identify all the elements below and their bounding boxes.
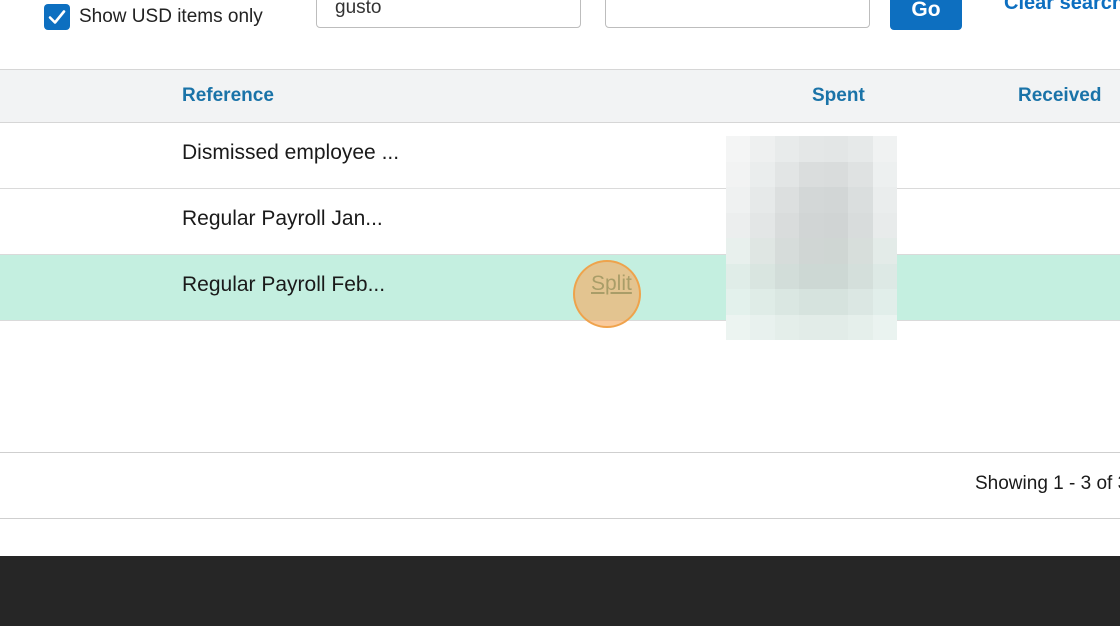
usd-only-label: Show USD items only bbox=[79, 6, 263, 27]
redaction-tile bbox=[872, 314, 897, 340]
reference-cell: Regular Payroll Jan... bbox=[182, 207, 383, 230]
filter-bar: Show USD items only Go Clear search bbox=[0, 0, 1120, 70]
redaction-tile bbox=[872, 238, 897, 264]
redacted-amounts bbox=[726, 136, 897, 340]
column-header-received[interactable]: Received bbox=[1018, 85, 1101, 107]
redaction-tile bbox=[823, 187, 849, 213]
table-row[interactable]: Regular Payroll Jan... bbox=[0, 189, 1120, 255]
redaction-tile bbox=[774, 161, 800, 187]
redaction-tile bbox=[848, 263, 873, 289]
redaction-tile bbox=[823, 212, 849, 238]
redaction-tile bbox=[750, 263, 775, 289]
redaction-tile bbox=[799, 238, 824, 264]
redaction-tile bbox=[823, 136, 849, 162]
redaction-tile bbox=[799, 212, 824, 238]
redaction-tile bbox=[799, 161, 824, 187]
table-footer: Showing 1 - 3 of 3 bbox=[0, 452, 1120, 519]
redaction-tile bbox=[726, 187, 751, 213]
redaction-tile bbox=[848, 212, 873, 238]
redaction-tile bbox=[872, 212, 897, 238]
redaction-tile bbox=[774, 212, 800, 238]
split-link[interactable]: Split bbox=[591, 272, 632, 296]
column-header-reference[interactable]: Reference bbox=[182, 85, 274, 107]
redaction-tile bbox=[872, 161, 897, 187]
redaction-tile bbox=[750, 238, 775, 264]
redaction-tile bbox=[799, 136, 824, 162]
redaction-tile bbox=[750, 187, 775, 213]
redaction-tile bbox=[774, 187, 800, 213]
redaction-tile bbox=[750, 161, 775, 187]
redaction-tile bbox=[848, 289, 873, 315]
redaction-tile bbox=[750, 314, 775, 340]
redaction-tile bbox=[774, 136, 800, 162]
redaction-tile bbox=[848, 161, 873, 187]
redaction-tile bbox=[726, 289, 751, 315]
column-header-spent[interactable]: Spent bbox=[812, 85, 865, 107]
page: Show USD items only Go Clear search Refe… bbox=[0, 0, 1120, 626]
redaction-tile bbox=[823, 314, 849, 340]
redaction-tile bbox=[726, 263, 751, 289]
redaction-tile bbox=[799, 289, 824, 315]
redaction-tile bbox=[872, 263, 897, 289]
redaction-tile bbox=[799, 187, 824, 213]
secondary-search-input[interactable] bbox=[605, 0, 870, 28]
redaction-tile bbox=[823, 238, 849, 264]
redaction-tile bbox=[872, 187, 897, 213]
redaction-tile bbox=[848, 314, 873, 340]
redaction-tile bbox=[872, 289, 897, 315]
redaction-tile bbox=[848, 136, 873, 162]
redaction-tile bbox=[726, 136, 751, 162]
usd-only-checkbox[interactable]: Show USD items only bbox=[44, 2, 263, 32]
redaction-tile bbox=[750, 212, 775, 238]
search-input[interactable] bbox=[316, 0, 581, 28]
redaction-tile bbox=[726, 314, 751, 340]
redaction-tile bbox=[726, 212, 751, 238]
redaction-tile bbox=[848, 187, 873, 213]
table-row[interactable]: Dismissed employee ... bbox=[0, 123, 1120, 189]
redaction-tile bbox=[750, 136, 775, 162]
redaction-tile bbox=[774, 314, 800, 340]
go-button[interactable]: Go bbox=[890, 0, 962, 30]
pagination-text: Showing 1 - 3 of 3 bbox=[975, 473, 1120, 494]
redaction-tile bbox=[726, 161, 751, 187]
redaction-tile bbox=[774, 238, 800, 264]
redaction-tile bbox=[774, 289, 800, 315]
table-row-highlighted[interactable]: Regular Payroll Feb... Split bbox=[0, 255, 1120, 321]
table-header: Reference Spent Received bbox=[0, 69, 1120, 123]
redaction-tile bbox=[774, 263, 800, 289]
clear-search-link[interactable]: Clear search bbox=[1004, 0, 1120, 15]
redaction-tile bbox=[823, 161, 849, 187]
redaction-tile bbox=[726, 238, 751, 264]
reference-cell: Regular Payroll Feb... bbox=[182, 273, 386, 296]
redaction-tile bbox=[823, 263, 849, 289]
checkbox-checked-icon[interactable] bbox=[44, 4, 70, 30]
redaction-tile bbox=[750, 289, 775, 315]
redaction-tile bbox=[848, 238, 873, 264]
redaction-tile bbox=[823, 289, 849, 315]
redaction-tile bbox=[799, 263, 824, 289]
page-footer-band bbox=[0, 556, 1120, 626]
redaction-tile bbox=[799, 314, 824, 340]
redaction-tile bbox=[872, 136, 897, 162]
reference-cell: Dismissed employee ... bbox=[182, 141, 400, 164]
